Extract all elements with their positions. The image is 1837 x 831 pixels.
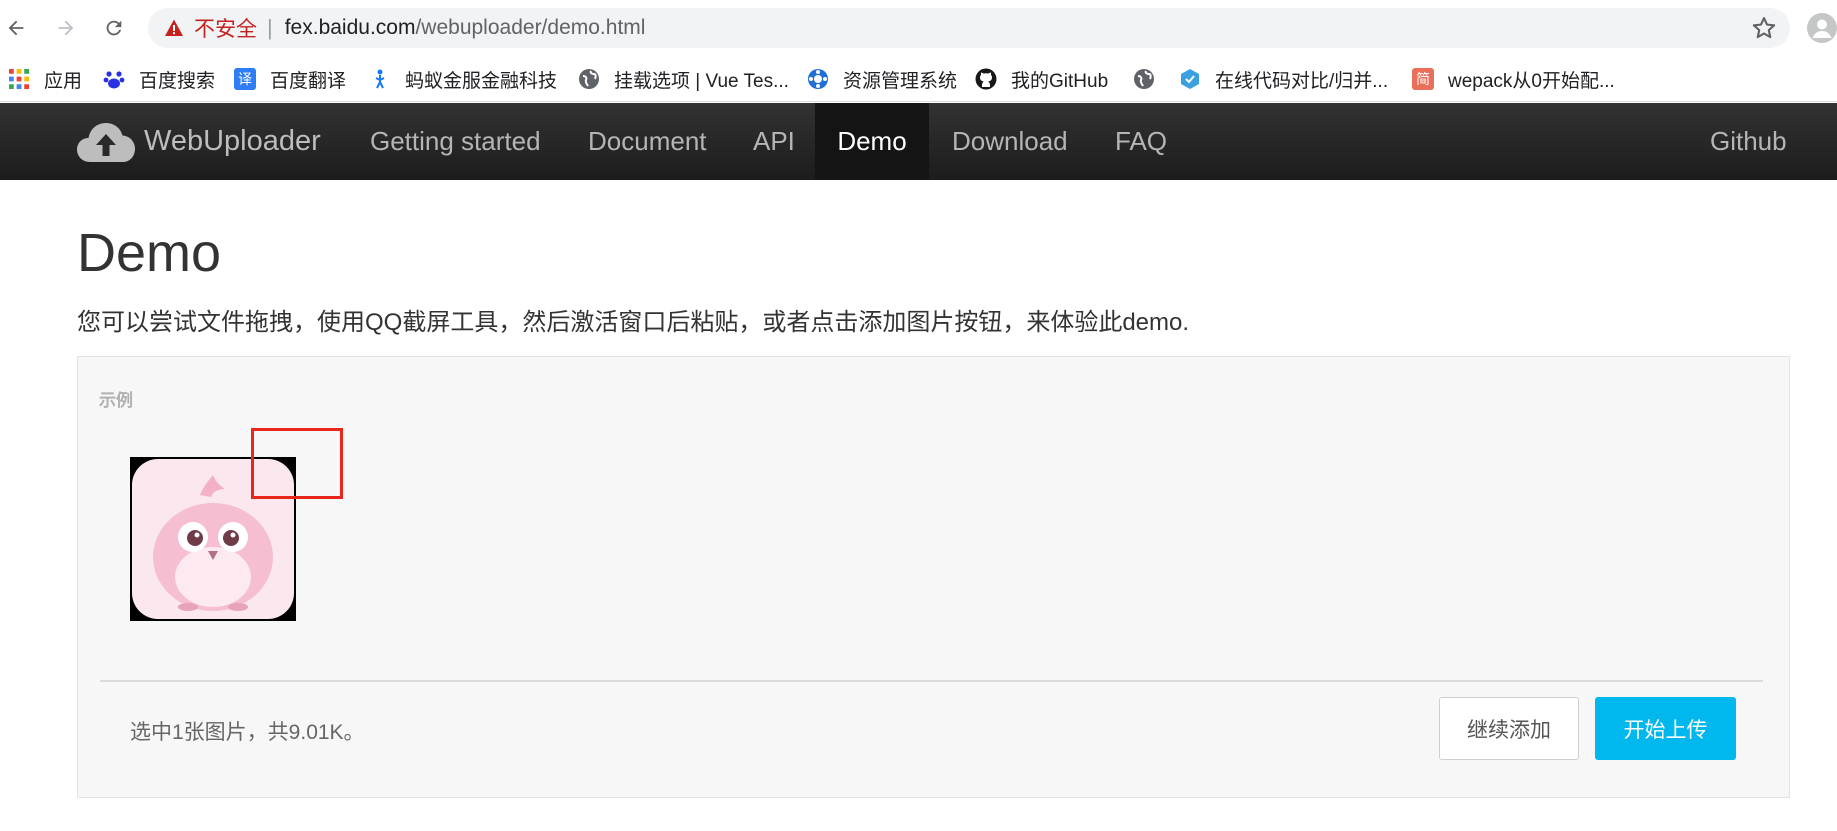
bookmark-webpack-jianshu[interactable]: 简 wepack从0开始配... xyxy=(1412,56,1615,102)
nav-api[interactable]: API xyxy=(731,103,817,180)
nav-document[interactable]: Document xyxy=(566,103,729,180)
ant-icon xyxy=(369,68,391,90)
bookmark-ant-financial[interactable]: 蚂蚁金服金融科技 xyxy=(369,56,557,102)
bookmark-label: 蚂蚁金服金融科技 xyxy=(405,70,558,92)
continue-add-button[interactable]: 继续添加 xyxy=(1439,697,1579,760)
browser-toolbar: 不安全 | fex.baidu.com /webuploader/demo.ht… xyxy=(0,0,1837,56)
bookmark-label: 挂载选项 | Vue Tes... xyxy=(614,70,789,92)
nav-download[interactable]: Download xyxy=(930,103,1090,180)
bookmark-untitled[interactable] xyxy=(1133,56,1169,102)
url-host: fex.baidu.com xyxy=(284,16,416,39)
bookmark-baidu-search[interactable]: 百度搜索 xyxy=(103,56,215,102)
bookmarks-bar: 应用 百度搜索 译 百度翻译 蚂蚁金服金融科技 挂载选项 | Vue Tes..… xyxy=(0,56,1837,102)
uploader-dropzone[interactable]: 示例 选中1张图片，共9.01K。 继续添加 开始上传 xyxy=(77,356,1790,798)
forward-button[interactable] xyxy=(50,12,82,44)
globe-icon xyxy=(578,68,600,90)
warning-triangle-icon xyxy=(164,18,184,38)
bookmark-code-diff[interactable]: 在线代码对比/归并... xyxy=(1179,56,1388,102)
github-icon xyxy=(975,68,997,90)
url-path: /webuploader/demo.html xyxy=(415,16,646,39)
brand-link[interactable]: WebUploader xyxy=(76,103,321,180)
bookmark-label: 应用 xyxy=(44,70,83,92)
bookmark-apps[interactable]: 应用 xyxy=(8,56,82,102)
bookmark-label: 资源管理系统 xyxy=(843,70,958,92)
page-description: 您可以尝试文件拖拽，使用QQ截屏工具，然后激活窗口后粘贴，或者点击添加图片按钮，… xyxy=(77,309,1190,336)
back-button[interactable] xyxy=(0,12,32,44)
bookmark-label: 百度搜索 xyxy=(139,70,216,92)
nav-faq[interactable]: FAQ xyxy=(1093,103,1189,180)
annotation-highlight-box xyxy=(251,428,343,499)
resource-icon xyxy=(807,68,829,90)
bookmark-label: wepack从0开始配... xyxy=(1448,70,1615,92)
brand-name: WebUploader xyxy=(144,125,321,157)
nav-github[interactable]: Github xyxy=(1688,103,1809,180)
baidu-paw-icon xyxy=(103,68,125,90)
translate-icon: 译 xyxy=(234,68,256,90)
bookmark-star-icon[interactable] xyxy=(1750,14,1778,42)
nav-getting-started[interactable]: Getting started xyxy=(348,103,563,180)
apps-grid-icon xyxy=(8,68,30,90)
bookmark-my-github[interactable]: 我的GitHub xyxy=(975,56,1108,102)
diff-icon xyxy=(1179,68,1201,90)
insecure-label[interactable]: 不安全 xyxy=(194,13,257,43)
bookmark-vue-test[interactable]: 挂载选项 | Vue Tes... xyxy=(578,56,789,102)
selection-status: 选中1张图片，共9.01K。 xyxy=(130,721,365,744)
globe-icon xyxy=(1133,68,1155,90)
reload-icon xyxy=(106,20,122,36)
profile-avatar-icon[interactable] xyxy=(1806,12,1837,44)
panel-divider xyxy=(100,680,1763,682)
jianshu-icon: 简 xyxy=(1412,68,1434,90)
page-title: Demo xyxy=(77,223,222,283)
bookmark-resource-system[interactable]: 资源管理系统 xyxy=(807,56,957,102)
nav-demo[interactable]: Demo xyxy=(815,103,929,180)
reload-button[interactable] xyxy=(98,12,130,44)
omnibox-separator: | xyxy=(267,15,273,40)
bookmark-baidu-translate[interactable]: 译 百度翻译 xyxy=(234,56,346,102)
bookmark-label: 我的GitHub xyxy=(1011,70,1109,92)
site-navbar: WebUploader Getting started Document API… xyxy=(0,103,1837,180)
address-bar[interactable]: 不安全 | fex.baidu.com /webuploader/demo.ht… xyxy=(148,8,1790,48)
bookmark-label: 百度翻译 xyxy=(270,70,347,92)
example-label: 示例 xyxy=(99,391,133,410)
bookmark-label: 在线代码对比/归并... xyxy=(1215,70,1389,92)
cloud-upload-logo-icon xyxy=(77,122,135,162)
back-arrow-icon xyxy=(8,20,24,36)
start-upload-button[interactable]: 开始上传 xyxy=(1595,697,1736,760)
forward-arrow-icon xyxy=(58,20,74,36)
